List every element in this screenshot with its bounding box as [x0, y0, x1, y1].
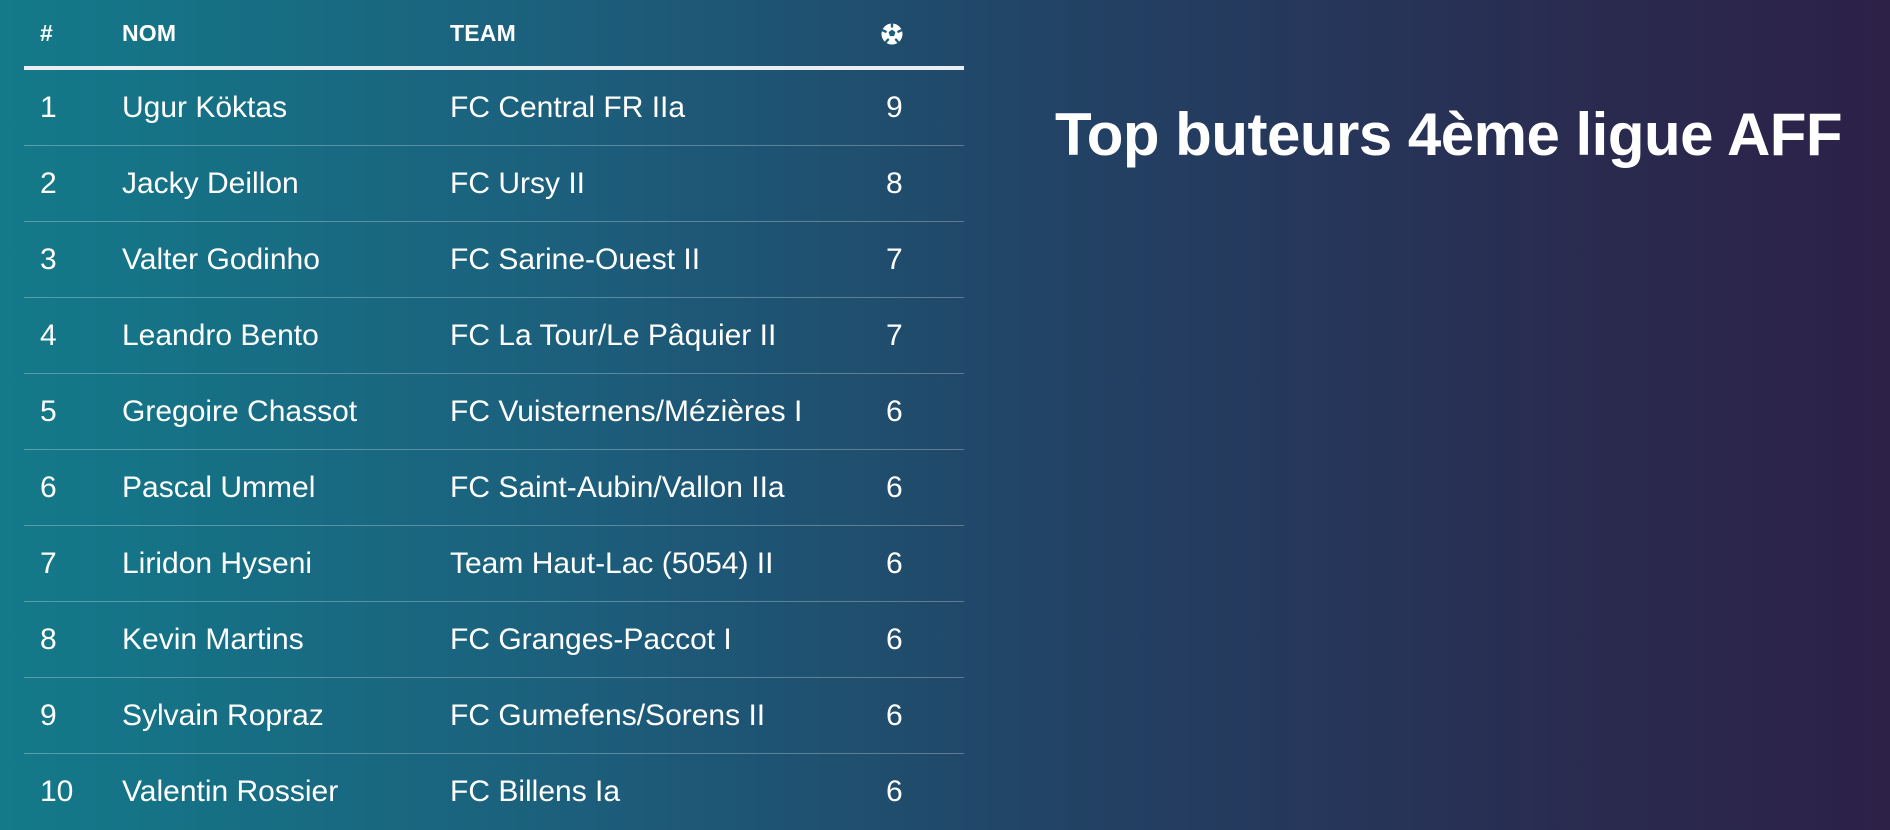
cell-rank: 9	[40, 698, 57, 732]
header-rank: #	[40, 19, 53, 46]
cell-goals: 6	[886, 546, 903, 580]
cell-goals: 6	[886, 470, 903, 504]
header-team: TEAM	[450, 19, 516, 46]
cell-rank: 5	[40, 394, 57, 428]
table-row: 6 Pascal Ummel FC Saint-Aubin/Vallon IIa 6	[24, 450, 964, 526]
cell-goals: 7	[886, 242, 903, 276]
cell-goals: 9	[886, 90, 903, 124]
table-row: 4 Leandro Bento FC La Tour/Le Pâquier II 7	[24, 298, 964, 374]
cell-name: Pascal Ummel	[122, 470, 316, 504]
cell-name: Gregoire Chassot	[122, 394, 358, 428]
cell-goals: 6	[886, 775, 903, 808]
cell-name: Leandro Bento	[122, 318, 319, 352]
soccer-ball-icon	[880, 22, 904, 46]
cell-name: Liridon Hyseni	[122, 546, 313, 580]
table-row: 8 Kevin Martins FC Granges-Paccot I 6	[24, 602, 964, 678]
cell-name: Valentin Rossier	[122, 775, 339, 808]
cell-rank: 7	[40, 546, 57, 580]
cell-rank: 10	[40, 775, 74, 808]
cell-goals: 6	[886, 394, 903, 428]
cell-rank: 6	[40, 470, 57, 504]
table-row: 10 Valentin Rossier FC Billens Ia 6	[24, 754, 964, 830]
header-goals	[880, 20, 964, 47]
cell-name: Kevin Martins	[122, 622, 304, 656]
header-name: NOM	[122, 19, 177, 46]
cell-rank: 4	[40, 318, 57, 352]
table-row: 1 Ugur Köktas FC Central FR IIa 9	[24, 70, 964, 146]
cell-rank: 2	[40, 166, 57, 200]
table-row: 7 Liridon Hyseni Team Haut-Lac (5054) II 6	[24, 526, 964, 602]
table-row: 3 Valter Godinho FC Sarine-Ouest II 7	[24, 222, 964, 298]
cell-goals: 6	[886, 698, 903, 732]
table-row: 2 Jacky Deillon FC Ursy II 8	[24, 146, 964, 222]
scorers-panel: # NOM TEAM 1 Ugur Köktas FC Central FR IIa…	[0, 0, 1890, 830]
cell-rank: 3	[40, 242, 57, 276]
cell-team: Team Haut-Lac (5054) II	[450, 546, 774, 580]
cell-name: Valter Godinho	[122, 242, 320, 276]
cell-team: FC Vuisternens/Mézières I	[450, 394, 803, 428]
scorers-table: # NOM TEAM 1 Ugur Köktas FC Central FR IIa…	[24, 0, 964, 830]
table-row: 5 Gregoire Chassot FC Vuisternens/Mézières…	[24, 374, 964, 450]
cell-name: Jacky Deillon	[122, 166, 299, 200]
cell-team: FC Sarine-Ouest II	[450, 242, 701, 276]
cell-team: FC Billens Ia	[450, 775, 621, 808]
table-body: 1 Ugur Köktas FC Central FR IIa 9 2 Jacky Dei…	[24, 70, 964, 830]
cell-name: Sylvain Ropraz	[122, 698, 324, 732]
cell-team: FC Granges-Paccot I	[450, 622, 732, 656]
cell-goals: 7	[886, 318, 903, 352]
table-row: 9 Sylvain Ropraz FC Gumefens/Sorens II 6	[24, 678, 964, 754]
cell-team: FC Gumefens/Sorens II	[450, 698, 766, 732]
cell-team: FC Ursy II	[450, 166, 585, 200]
cell-team: FC Central FR IIa	[450, 90, 686, 124]
cell-team: FC La Tour/Le Pâquier II	[450, 318, 777, 352]
page-title: Top buteurs 4ème ligue AFF	[1055, 101, 1843, 168]
cell-name: Ugur Köktas	[122, 90, 288, 124]
cell-rank: 8	[40, 622, 57, 656]
cell-goals: 8	[886, 166, 903, 200]
cell-goals: 6	[886, 622, 903, 656]
cell-team: FC Saint-Aubin/Vallon IIa	[450, 470, 785, 504]
table-header: # NOM TEAM	[24, 0, 964, 70]
cell-rank: 1	[40, 90, 57, 124]
